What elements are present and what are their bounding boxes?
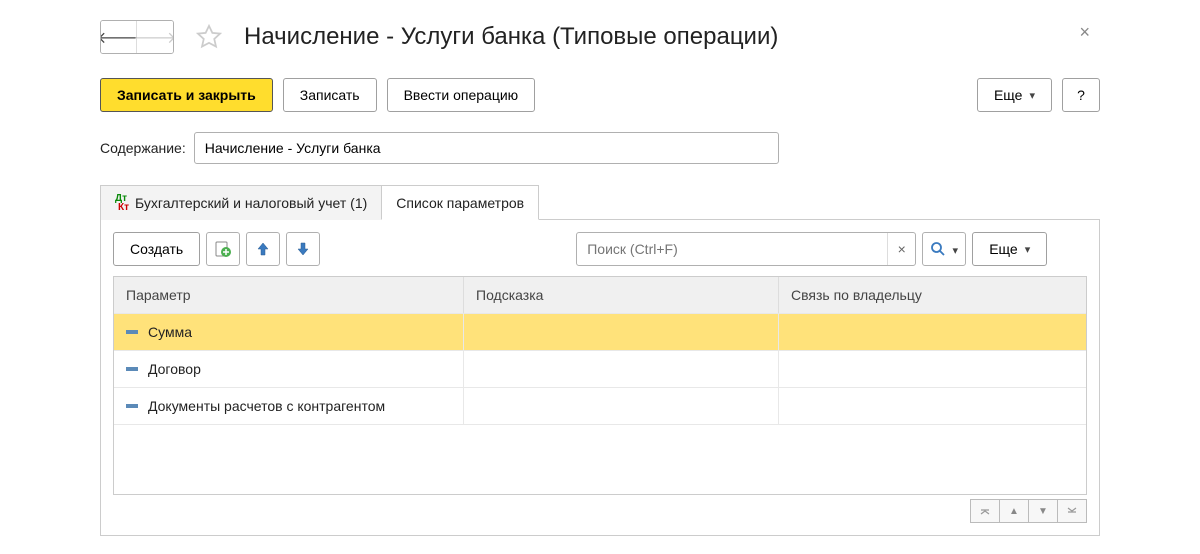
tab-params-label: Список параметров [396,195,524,211]
arrow-right-icon [134,27,174,48]
cell-param: Документы расчетов с контрагентом [148,398,385,414]
table-row[interactable]: Договор [114,350,1086,387]
content-input[interactable] [194,132,779,164]
help-button[interactable]: ? [1062,78,1100,112]
search-options-button[interactable] [922,232,966,266]
page-title: Начисление - Услуги банка (Типовые опера… [244,23,778,51]
table-row[interactable]: Документы расчетов с контрагентом [114,387,1086,424]
more-button[interactable]: Еще [977,78,1052,112]
scroll-bottom-button[interactable] [1057,499,1087,523]
search-clear-button[interactable]: × [887,233,915,265]
move-down-button[interactable] [286,232,320,266]
header-hint[interactable]: Подсказка [464,277,779,313]
back-button[interactable] [101,21,137,53]
arrow-up-icon [255,241,271,257]
header-param[interactable]: Параметр [114,277,464,313]
params-table: Параметр Подсказка Связь по владельцу Су… [113,276,1087,495]
scroll-top-button[interactable] [970,499,1000,523]
tab-params[interactable]: Список параметров [381,185,539,220]
scroll-top-icon [980,506,990,516]
content-label: Содержание: [100,140,186,156]
table-empty-space [114,424,1086,494]
enter-operation-button[interactable]: Ввести операцию [387,78,536,112]
scroll-bottom-icon [1067,506,1077,516]
row-icon [126,404,138,408]
move-up-button[interactable] [246,232,280,266]
chevron-down-icon [949,241,958,257]
search-input[interactable] [577,241,887,257]
arrow-down-icon [295,241,311,257]
favorite-star-icon[interactable] [192,20,226,54]
dtkt-icon: ДтКт [115,194,129,212]
nav-history [100,20,174,54]
table-row[interactable]: Сумма [114,313,1086,350]
header-link[interactable]: Связь по владельцу [779,277,1086,313]
tab-accounting[interactable]: ДтКт Бухгалтерский и налоговый учет (1) [100,185,382,220]
row-icon [126,330,138,334]
panel-more-button[interactable]: Еще [972,232,1047,266]
save-and-close-button[interactable]: Записать и закрыть [100,78,273,112]
cell-param: Договор [148,361,201,377]
forward-button[interactable] [137,21,173,53]
cell-param: Сумма [148,324,192,340]
search-box: × [576,232,916,266]
save-button[interactable]: Записать [283,78,377,112]
add-copy-icon [214,240,232,258]
scroll-down-button[interactable]: ▼ [1028,499,1058,523]
tab-accounting-label: Бухгалтерский и налоговый учет (1) [135,195,367,211]
close-button[interactable]: × [1079,22,1090,43]
scroll-up-button[interactable]: ▲ [999,499,1029,523]
search-icon [930,241,946,257]
add-copy-button[interactable] [206,232,240,266]
row-icon [126,367,138,371]
create-button[interactable]: Создать [113,232,200,266]
